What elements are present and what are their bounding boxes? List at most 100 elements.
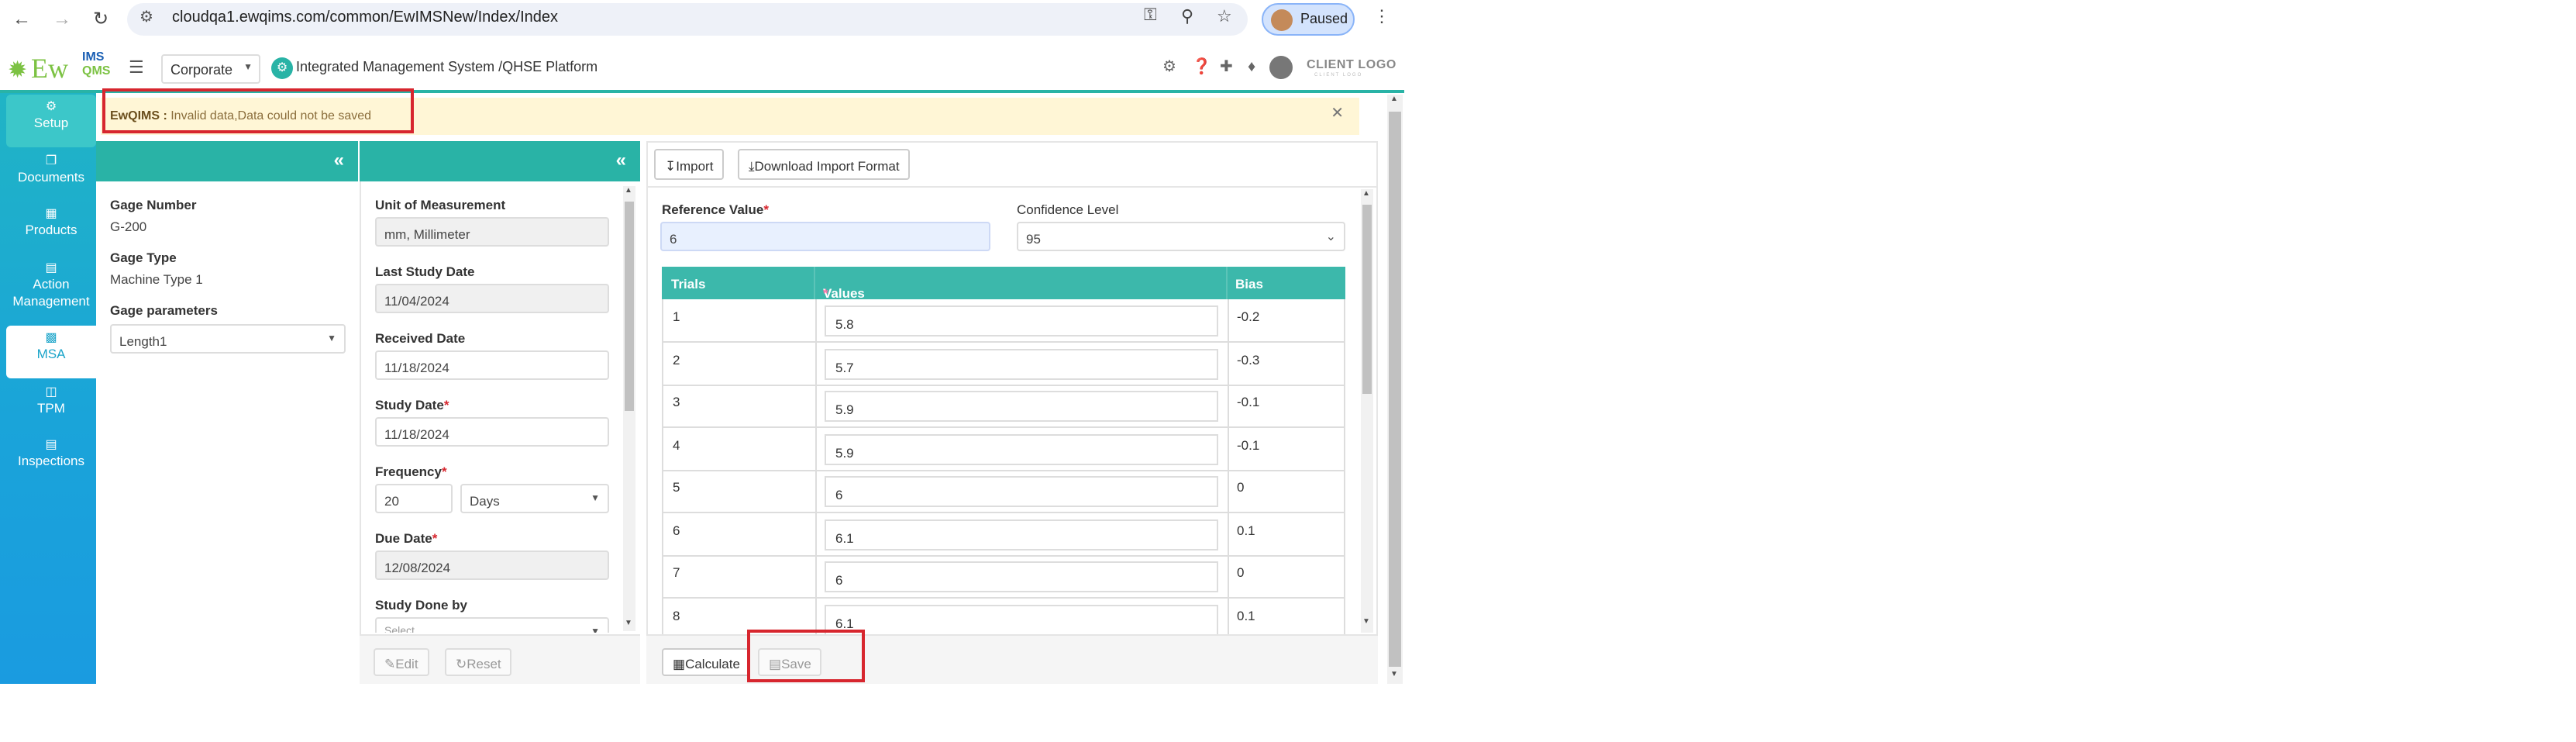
value-input[interactable]: 5.9	[825, 433, 1218, 464]
bookmark-star-icon[interactable]: ☆	[1217, 6, 1232, 26]
scroll-down-icon[interactable]: ▼	[1390, 670, 1398, 679]
scroll-down-icon[interactable]: ▼	[625, 619, 632, 628]
scroll-thumb[interactable]	[625, 202, 634, 411]
address-bar[interactable]: ⚙ cloudqa1.ewqims.com/common/EwIMSNew/In…	[127, 3, 1248, 36]
calculate-label: Calculate	[685, 656, 740, 671]
calculate-button[interactable]: ▦Calculate	[662, 648, 751, 676]
frequency-unit-select[interactable]: Days ▼	[460, 484, 609, 513]
table-scrollbar[interactable]: ▲ ▼	[1361, 189, 1373, 633]
user-avatar[interactable]	[1269, 56, 1293, 79]
zoom-icon[interactable]: ⚲	[1181, 6, 1193, 26]
frequency-input[interactable]: 20	[375, 484, 453, 513]
table-row: 6 6.1 0.1	[662, 512, 1345, 556]
collapse-chevrons-icon[interactable]: «	[616, 149, 626, 171]
trial-number: 7	[673, 564, 680, 580]
due-date-value: 12/08/2024	[384, 560, 451, 575]
scroll-up-icon[interactable]: ▲	[1390, 95, 1398, 104]
value-input[interactable]: 6	[825, 476, 1218, 507]
frequency-label: Frequency*	[375, 464, 447, 479]
table-row: 3 5.9 -0.1	[662, 385, 1345, 428]
left-panel-header: «	[96, 141, 358, 181]
scroll-up-icon[interactable]: ▲	[625, 186, 632, 195]
org-select[interactable]: Corporate ▼	[161, 54, 260, 84]
hamburger-menu-icon[interactable]: ☰	[129, 57, 144, 78]
reference-value-input[interactable]: 6	[660, 222, 990, 251]
trial-number: 8	[673, 607, 680, 623]
reset-button[interactable]: ↻Reset	[445, 648, 512, 676]
cell-sep	[1228, 385, 1229, 426]
last-study-label: Last Study Date	[375, 264, 475, 279]
confidence-level-select[interactable]: 95 ⌄	[1017, 222, 1345, 251]
header-values-text: Values	[823, 285, 865, 301]
scroll-thumb[interactable]	[1389, 112, 1401, 667]
close-icon[interactable]: ✕	[1331, 105, 1344, 123]
middle-panel-scrollbar[interactable]: ▲ ▼	[623, 186, 635, 631]
notification-bell-icon[interactable]: ♦	[1248, 59, 1255, 76]
add-plus-icon[interactable]: ✚	[1220, 59, 1233, 76]
collapse-chevrons-icon[interactable]: «	[334, 149, 344, 171]
reference-value-label-text: Reference Value	[662, 202, 764, 217]
value-input[interactable]: 6.1	[825, 519, 1218, 550]
sidebar-item-setup[interactable]: ⚙ Setup	[6, 95, 96, 147]
chevron-down-icon: ▼	[243, 64, 253, 73]
forward-arrow-icon[interactable]: →	[50, 6, 74, 31]
trial-number: 5	[673, 479, 680, 495]
bias-value: 0.1	[1237, 522, 1255, 537]
app-header: ✹ Ew IMS QMS ☰ Corporate ▼ ⚙ Integrated …	[0, 45, 1404, 93]
cell-sep	[1228, 427, 1229, 469]
sidebar-item-label: Action Management	[12, 276, 90, 309]
study-done-select[interactable]: Select ▼	[375, 617, 609, 633]
sidebar-item-products[interactable]: ▦ Products	[6, 202, 96, 254]
study-date-field[interactable]: 11/18/2024	[375, 417, 609, 447]
sidebar-item-msa[interactable]: ▩ MSA	[6, 326, 96, 378]
import-button[interactable]: ↧Import	[654, 149, 725, 180]
uom-value: mm, Millimeter	[384, 226, 470, 242]
products-icon: ▦	[45, 206, 57, 220]
url-text[interactable]: cloudqa1.ewqims.com/common/EwIMSNew/Inde…	[172, 9, 558, 26]
scroll-thumb[interactable]	[1362, 205, 1372, 394]
password-key-icon[interactable]: ⚿	[1144, 6, 1157, 26]
cell-sep	[1228, 299, 1229, 341]
study-date-value: 11/18/2024	[384, 426, 449, 442]
received-date-field[interactable]: 11/18/2024	[375, 350, 609, 380]
reference-value: 6	[670, 231, 677, 247]
app-logo[interactable]: ✹ Ew IMS QMS	[8, 50, 116, 87]
scroll-down-icon[interactable]: ▼	[1362, 617, 1370, 626]
cell-sep	[815, 342, 817, 384]
scroll-up-icon[interactable]: ▲	[1362, 189, 1370, 198]
download-import-format-button[interactable]: ⤓Download Import Format	[738, 149, 911, 180]
edit-button[interactable]: ✎Edit	[374, 648, 429, 676]
bias-value: -0.2	[1237, 309, 1260, 324]
uom-field: mm, Millimeter	[375, 217, 609, 247]
back-arrow-icon[interactable]: ←	[9, 6, 34, 31]
value-input[interactable]: 5.7	[825, 348, 1218, 379]
trial-number: 1	[673, 309, 680, 324]
settings-gear-icon[interactable]: ⚙	[1162, 59, 1176, 76]
trial-number: 2	[673, 351, 680, 367]
value-input[interactable]: 6	[825, 561, 1218, 592]
browser-menu-icon[interactable]: ⋮	[1373, 6, 1390, 26]
table-row: 2 5.7 -0.3	[662, 342, 1345, 385]
value-input[interactable]: 5.9	[825, 391, 1218, 422]
sidebar-item-documents[interactable]: ❐ Documents	[6, 149, 96, 202]
window-scrollbar[interactable]: ▲ ▼	[1387, 95, 1403, 684]
study-done-label: Study Done by	[375, 597, 468, 613]
profile-button[interactable]: Paused	[1262, 3, 1355, 36]
cell-sep	[1228, 512, 1229, 554]
value-input[interactable]: 5.8	[825, 305, 1218, 336]
required-asterisk: *	[823, 285, 828, 301]
bias-value: -0.1	[1237, 437, 1260, 452]
gage-params-select[interactable]: Length1 ▼	[110, 324, 346, 354]
sidebar-item-action-management[interactable]: ▤ Action Management	[6, 256, 96, 318]
cell-sep	[815, 385, 817, 426]
cell-sep	[1228, 470, 1229, 512]
value-input[interactable]: 6.1	[825, 604, 1218, 634]
site-info-icon[interactable]: ⚙	[139, 9, 153, 26]
tpm-icon: ◫	[45, 385, 57, 399]
sidebar-item-tpm[interactable]: ◫ TPM	[6, 380, 96, 433]
reload-icon[interactable]: ↻	[88, 6, 113, 31]
table-row: 7 6 0	[662, 555, 1345, 599]
sidebar-item-inspections[interactable]: ▤ Inspections	[6, 433, 96, 485]
help-icon[interactable]: ❓	[1192, 59, 1211, 76]
trial-number: 3	[673, 394, 680, 409]
